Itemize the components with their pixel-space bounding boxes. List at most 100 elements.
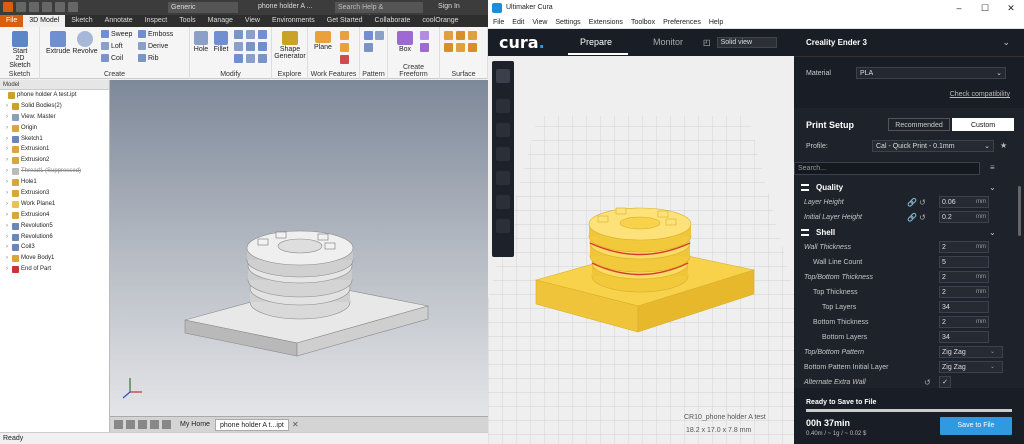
star-icon[interactable]: ★ xyxy=(1000,141,1007,150)
mirror-icon[interactable] xyxy=(364,43,373,52)
browser-node[interactable]: › Coil3 xyxy=(0,242,109,253)
open-icon[interactable] xyxy=(29,2,39,12)
new-icon[interactable] xyxy=(16,2,26,12)
appearance-combo[interactable]: Generic xyxy=(168,2,238,13)
expand-icon[interactable]: › xyxy=(6,177,10,188)
tab-inspect[interactable]: Inspect xyxy=(139,15,174,27)
support-blocker-icon[interactable] xyxy=(496,219,510,233)
loft-button[interactable]: Loft xyxy=(101,42,123,50)
fillet-button[interactable]: Fillet xyxy=(211,31,231,53)
expand-icon[interactable]: › xyxy=(6,221,10,232)
menu-preferences[interactable]: Preferences xyxy=(663,16,701,28)
chevron-down-icon[interactable]: ⌄ xyxy=(1002,37,1010,48)
plane-button[interactable]: Plane xyxy=(312,31,334,51)
combine-icon[interactable] xyxy=(258,42,267,51)
tab-coolorange[interactable]: coolOrange xyxy=(416,15,464,27)
sculpt-icon[interactable] xyxy=(468,31,477,40)
browser-node[interactable]: › Extrusion4 xyxy=(0,210,109,221)
sweep-button[interactable]: Sweep xyxy=(101,30,132,38)
draft-icon[interactable] xyxy=(258,30,267,39)
expand-icon[interactable]: › xyxy=(6,210,10,221)
shell-icon[interactable] xyxy=(246,30,255,39)
tab-collaborate[interactable]: Collaborate xyxy=(369,15,417,27)
browser-node[interactable]: › Revolution5 xyxy=(0,221,109,232)
expand-icon[interactable]: › xyxy=(6,134,10,145)
setting-input[interactable]: 34 xyxy=(939,331,989,343)
move-tool-icon[interactable] xyxy=(496,99,510,113)
tab-file[interactable]: File xyxy=(0,15,24,27)
browser-node[interactable]: › Thread1 (Suppressed) xyxy=(0,166,109,177)
extrude-button[interactable]: Extrude xyxy=(46,31,70,55)
chamfer-icon[interactable] xyxy=(234,30,243,39)
inventor-app-icon[interactable] xyxy=(3,2,13,12)
circular-pattern-icon[interactable] xyxy=(375,31,384,40)
ucs-icon[interactable] xyxy=(340,55,349,64)
rectangular-pattern-icon[interactable] xyxy=(364,31,373,40)
tab-document[interactable]: phone holder A t...ipt xyxy=(215,419,289,431)
stitch-icon[interactable] xyxy=(444,31,453,40)
link-reset-icon[interactable]: 🔗 ↺ xyxy=(907,210,926,225)
browser-node[interactable]: › Extrusion2 xyxy=(0,155,109,166)
expand-icon[interactable]: › xyxy=(6,188,10,199)
expand-icon[interactable]: › xyxy=(6,166,10,177)
settings-search-input[interactable]: Search... xyxy=(794,162,980,175)
derive-button[interactable]: Derive xyxy=(138,42,168,50)
freeform-sphere-icon[interactable] xyxy=(420,31,429,40)
tab-3d-model[interactable]: 3D Model xyxy=(23,15,66,27)
link-reset-icon[interactable]: ↺ xyxy=(924,375,931,388)
tile-icon[interactable] xyxy=(114,420,123,429)
start-sketch-button[interactable]: Start 2D Sketch xyxy=(4,31,36,69)
maximize-icon[interactable]: ☐ xyxy=(978,0,992,16)
settings-scrollbar[interactable] xyxy=(1018,186,1021,236)
expand-icon[interactable]: › xyxy=(6,112,10,123)
delete-face-icon[interactable] xyxy=(246,54,255,63)
menu-file[interactable]: File xyxy=(493,16,504,28)
menu-help[interactable]: Help xyxy=(709,16,723,28)
link-reset-icon[interactable]: 🔗 ↺ xyxy=(907,195,926,210)
settings-category-quality[interactable]: Quality ⌄ xyxy=(794,180,1004,195)
per-model-settings-icon[interactable] xyxy=(496,195,510,209)
revolve-button[interactable]: Revolve xyxy=(72,31,98,55)
browser-node[interactable]: › View: Master xyxy=(0,112,109,123)
expand-icon[interactable]: › xyxy=(6,242,10,253)
tab-tools[interactable]: Tools xyxy=(173,15,201,27)
thicken-icon[interactable] xyxy=(234,54,243,63)
profile-select[interactable]: Cal - Quick Print - 0.1mm ⌄ xyxy=(872,140,994,152)
expand-icon[interactable]: › xyxy=(6,253,10,264)
undo-icon[interactable] xyxy=(55,2,65,12)
save-to-file-button[interactable]: Save to File xyxy=(940,417,1012,435)
settings-menu-icon[interactable]: ≡ xyxy=(990,163,995,172)
cura-build-plate-view[interactable]: CR10_phone holder A test 18.2 x 17.0 x 7… xyxy=(488,56,794,444)
expand-icon[interactable]: › xyxy=(6,155,10,166)
recommended-button[interactable]: Recommended xyxy=(888,118,950,131)
settings-category-shell[interactable]: Shell ⌄ xyxy=(794,225,1004,240)
sign-in-link[interactable]: Sign In xyxy=(438,3,460,10)
browser-node[interactable]: › End of Part xyxy=(0,264,109,275)
expand-icon[interactable]: › xyxy=(6,264,10,275)
tab-view[interactable]: View xyxy=(239,15,266,27)
rib-button[interactable]: Rib xyxy=(138,54,159,62)
check-compatibility-link[interactable]: Check compatibility xyxy=(950,91,1010,98)
stage-prepare[interactable]: Prepare xyxy=(580,37,612,47)
point-icon[interactable] xyxy=(340,43,349,52)
rotate-tool-icon[interactable] xyxy=(496,147,510,161)
setting-checkbox[interactable]: ✓ xyxy=(939,376,951,388)
menu-edit[interactable]: Edit xyxy=(512,16,524,28)
arrange-icon[interactable] xyxy=(138,420,147,429)
setting-input[interactable]: 34 xyxy=(939,301,989,313)
split-icon[interactable] xyxy=(246,42,255,51)
hole-button[interactable]: Hole xyxy=(192,31,210,53)
previous-tab-icon[interactable] xyxy=(162,420,171,429)
custom-button[interactable]: Custom xyxy=(952,118,1014,131)
tab-sketch[interactable]: Sketch xyxy=(65,15,98,27)
close-icon[interactable]: ✕ xyxy=(1004,0,1018,16)
help-search-input[interactable]: Search Help & Commands... xyxy=(335,2,423,22)
mirror-tool-icon[interactable] xyxy=(496,171,510,185)
menu-view[interactable]: View xyxy=(532,16,547,28)
open-file-icon[interactable] xyxy=(496,69,510,83)
view-mode-selector[interactable]: ◰ Solid view xyxy=(703,37,777,48)
extend-icon[interactable] xyxy=(456,43,465,52)
browser-node[interactable]: › Extrusion3 xyxy=(0,188,109,199)
view-orientation-icon[interactable]: ◰ xyxy=(703,38,711,47)
trim-icon[interactable] xyxy=(444,43,453,52)
